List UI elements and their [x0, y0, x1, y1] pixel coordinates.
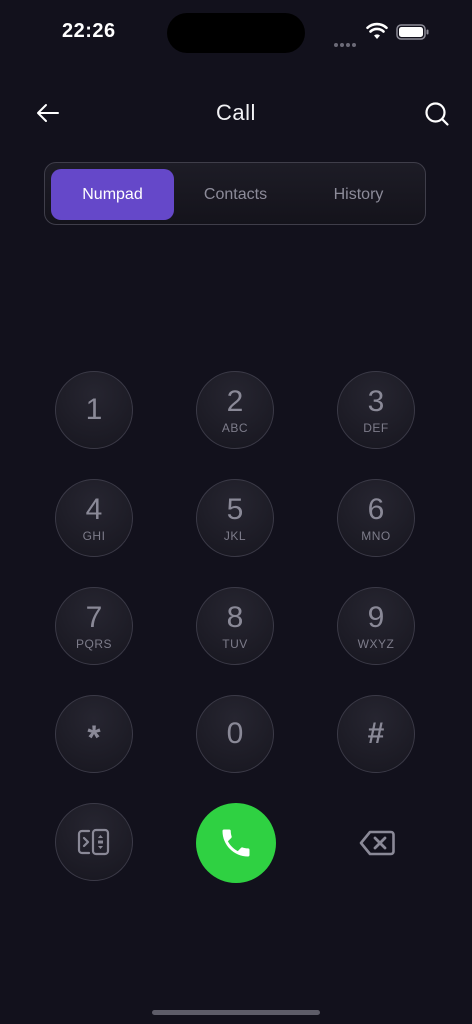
- key-letters: WXYZ: [357, 636, 395, 651]
- key-5[interactable]: 5 JKL: [196, 479, 274, 557]
- key-digit: 6: [367, 492, 385, 526]
- key-letters: GHI: [82, 528, 106, 543]
- key-digit: 8: [226, 600, 244, 634]
- tab-numpad[interactable]: Numpad: [51, 169, 174, 220]
- key-2[interactable]: 2 ABC: [196, 371, 274, 449]
- key-letters: DEF: [363, 420, 389, 435]
- home-indicator[interactable]: [152, 1010, 320, 1015]
- key-digit: *: [87, 719, 101, 757]
- backspace-icon: [359, 830, 395, 856]
- call-button[interactable]: [196, 803, 276, 883]
- tab-history[interactable]: History: [297, 169, 420, 220]
- switch-keypad-button[interactable]: [55, 803, 133, 881]
- key-digit: 5: [226, 492, 244, 526]
- key-digit: 7: [85, 600, 103, 634]
- battery-icon: [396, 24, 429, 40]
- key-1[interactable]: 1: [55, 371, 133, 449]
- key-6[interactable]: 6 MNO: [337, 479, 415, 557]
- key-digit: 1: [85, 393, 103, 426]
- key-digit: 0: [226, 717, 244, 750]
- switch-keypad-icon: [77, 828, 110, 856]
- key-7[interactable]: 7 PQRS: [55, 587, 133, 665]
- key-4[interactable]: 4 GHI: [55, 479, 133, 557]
- key-star[interactable]: *: [55, 695, 133, 773]
- dynamic-island: [167, 13, 305, 53]
- key-digit: 3: [367, 384, 385, 418]
- key-letters: MNO: [361, 528, 391, 543]
- delete-button[interactable]: [356, 827, 398, 859]
- key-digit: 4: [85, 492, 103, 526]
- phone-icon: [222, 829, 250, 857]
- signal-icon: [334, 34, 358, 52]
- key-digit: 9: [367, 600, 385, 634]
- wifi-icon: [366, 22, 388, 39]
- search-icon[interactable]: [424, 101, 450, 127]
- key-letters: JKL: [223, 528, 247, 543]
- tab-contacts[interactable]: Contacts: [174, 169, 297, 220]
- key-digit: #: [367, 717, 385, 750]
- status-time: 22:26: [62, 20, 116, 42]
- key-letters: PQRS: [75, 636, 112, 651]
- key-digit: 2: [226, 384, 244, 418]
- page-title: Call: [216, 100, 256, 125]
- key-3[interactable]: 3 DEF: [337, 371, 415, 449]
- key-letters: ABC: [221, 420, 249, 435]
- key-0[interactable]: 0: [196, 695, 274, 773]
- key-8[interactable]: 8 TUV: [196, 587, 274, 665]
- key-letters: TUV: [222, 636, 248, 651]
- key-hash[interactable]: #: [337, 695, 415, 773]
- segmented-tabs: Numpad Contacts History: [44, 162, 426, 225]
- key-9[interactable]: 9 WXYZ: [337, 587, 415, 665]
